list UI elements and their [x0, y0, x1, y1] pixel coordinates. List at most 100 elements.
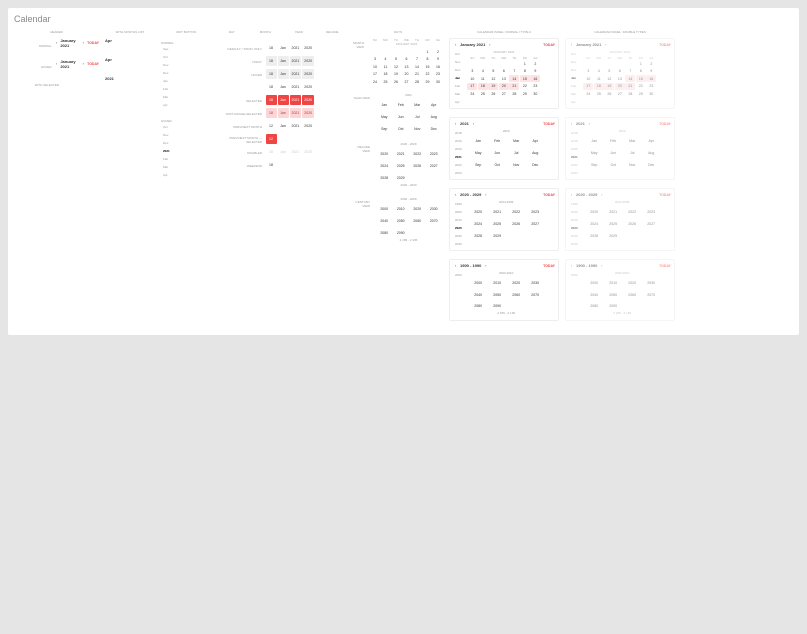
side-month[interactable]: Dec: [569, 66, 578, 73]
month-item[interactable]: Dec: [161, 139, 209, 146]
side-item[interactable]: 2040: [453, 240, 464, 247]
grid-cell[interactable]: 2060: [623, 290, 641, 300]
unit-button[interactable]: 18: [266, 160, 277, 170]
day-cell[interactable]: 25: [594, 90, 604, 97]
grid-cell[interactable]: 2023: [526, 207, 544, 217]
grid-cell[interactable]: Feb: [488, 136, 506, 146]
day-cell[interactable]: 22: [636, 83, 646, 90]
grid-cell[interactable]: 2022: [410, 149, 426, 159]
grid-cell[interactable]: 2023: [642, 207, 660, 217]
grid-cell[interactable]: 2022: [623, 207, 641, 217]
grid-cell[interactable]: 2060: [410, 216, 426, 226]
day-cell[interactable]: 26: [391, 78, 401, 85]
day-cell[interactable]: 15: [636, 75, 646, 82]
day-cell[interactable]: 27: [402, 78, 412, 85]
unit-button[interactable]: 18: [266, 82, 277, 92]
grid-cell[interactable]: Mar: [507, 136, 525, 146]
grid-cell[interactable]: May: [585, 148, 603, 158]
day-cell[interactable]: 27: [499, 90, 509, 97]
day-cell[interactable]: 2: [530, 60, 540, 67]
grid-cell[interactable]: 2026: [410, 161, 426, 171]
grid-cell[interactable]: Mar: [410, 100, 426, 110]
chevron-right-icon[interactable]: ›: [599, 263, 604, 268]
day-cell[interactable]: 9: [530, 68, 540, 75]
day-cell[interactable]: 22: [520, 83, 530, 90]
grid-cell[interactable]: 2030: [642, 278, 660, 288]
today-button[interactable]: TODAY: [543, 193, 555, 197]
day-cell[interactable]: 6: [499, 68, 509, 75]
day-cell[interactable]: 11: [478, 75, 488, 82]
grid-cell[interactable]: 2080: [469, 301, 487, 311]
unit-button[interactable]: 2020: [302, 82, 314, 92]
day-cell[interactable]: 13: [499, 75, 509, 82]
grid-cell[interactable]: 2090: [604, 301, 622, 311]
grid-cell[interactable]: 2020: [410, 204, 426, 214]
unit-button[interactable]: 2020: [302, 108, 314, 118]
panel-header[interactable]: January 2021: [576, 42, 601, 47]
day-cell[interactable]: 25: [381, 78, 391, 85]
side-item[interactable]: 2000: [569, 271, 580, 278]
day-cell[interactable]: 9: [646, 68, 656, 75]
side-month[interactable]: Apr: [569, 98, 578, 105]
unit-button[interactable]: 2020: [302, 147, 314, 157]
day-cell[interactable]: 4: [594, 68, 604, 75]
month-item[interactable]: Apr: [161, 171, 209, 178]
panel-header[interactable]: January 2021: [460, 42, 485, 47]
grid-cell[interactable]: Jul: [507, 148, 525, 158]
grid-cell[interactable]: Sep: [469, 160, 487, 170]
grid-cell[interactable]: 2024: [377, 161, 393, 171]
side-month[interactable]: Oct: [453, 50, 462, 57]
day-cell[interactable]: 30: [433, 78, 443, 85]
side-item[interactable]: 2021: [569, 153, 580, 160]
unit-button[interactable]: 12: [266, 121, 277, 131]
unit-button[interactable]: 12: [266, 134, 277, 144]
day-cell[interactable]: 7: [412, 56, 422, 63]
day-cell[interactable]: 17: [583, 83, 593, 90]
unit-button[interactable]: 2020: [302, 69, 314, 79]
side-item[interactable]: 2020: [453, 145, 464, 152]
month-item[interactable]: Jan: [161, 77, 209, 84]
grid-cell[interactable]: Nov: [507, 160, 525, 170]
unit-button[interactable]: 2021: [290, 108, 302, 118]
side-month[interactable]: Feb: [569, 82, 578, 89]
month-item[interactable]: Dec: [161, 69, 209, 76]
grid-cell[interactable]: 2020: [507, 278, 525, 288]
grid-cell[interactable]: 2028: [377, 173, 393, 183]
day-cell[interactable]: 29: [423, 78, 433, 85]
day-cell[interactable]: 29: [636, 90, 646, 97]
side-item[interactable]: 2000: [453, 208, 464, 215]
unit-button[interactable]: Jan: [278, 108, 289, 118]
side-item[interactable]: 2022: [569, 161, 580, 168]
unit-button[interactable]: 2021: [290, 56, 302, 66]
day-cell[interactable]: 15: [520, 75, 530, 82]
grid-cell[interactable]: Sep: [585, 160, 603, 170]
side-month[interactable]: Nov: [453, 58, 462, 65]
month-item[interactable]: Nov: [161, 131, 209, 138]
grid-cell[interactable]: 2024: [469, 219, 487, 229]
unit-button[interactable]: 2021: [290, 121, 302, 131]
side-month[interactable]: Jan: [453, 74, 462, 81]
day-cell[interactable]: 3: [370, 56, 380, 63]
grid-cell[interactable]: 2027: [426, 161, 442, 171]
grid-cell[interactable]: Aug: [426, 112, 442, 122]
side-month[interactable]: Feb: [453, 82, 462, 89]
grid-cell[interactable]: May: [377, 112, 393, 122]
grid-cell[interactable]: Oct: [488, 160, 506, 170]
panel-header[interactable]: 1900 - 1990: [576, 263, 597, 268]
unit-button[interactable]: 18: [266, 95, 277, 105]
side-month[interactable]: Mar: [569, 90, 578, 97]
grid-cell[interactable]: 2028: [469, 231, 487, 241]
side-item[interactable]: 2030: [453, 232, 464, 239]
grid-cell[interactable]: Nov: [410, 124, 426, 134]
header-label[interactable]: January 2021: [60, 38, 79, 48]
unit-button[interactable]: Jan: [278, 56, 289, 66]
day-cell[interactable]: 1: [423, 48, 433, 55]
grid-cell[interactable]: 2080: [585, 301, 603, 311]
grid-cell[interactable]: 2040: [585, 290, 603, 300]
day-cell[interactable]: 30: [646, 90, 656, 97]
grid-cell[interactable]: 2027: [526, 219, 544, 229]
unit-button[interactable]: 18: [266, 43, 277, 53]
unit-button[interactable]: 2020: [302, 95, 314, 105]
day-cell[interactable]: 8: [423, 56, 433, 63]
month-item[interactable]: Oct: [161, 53, 209, 60]
